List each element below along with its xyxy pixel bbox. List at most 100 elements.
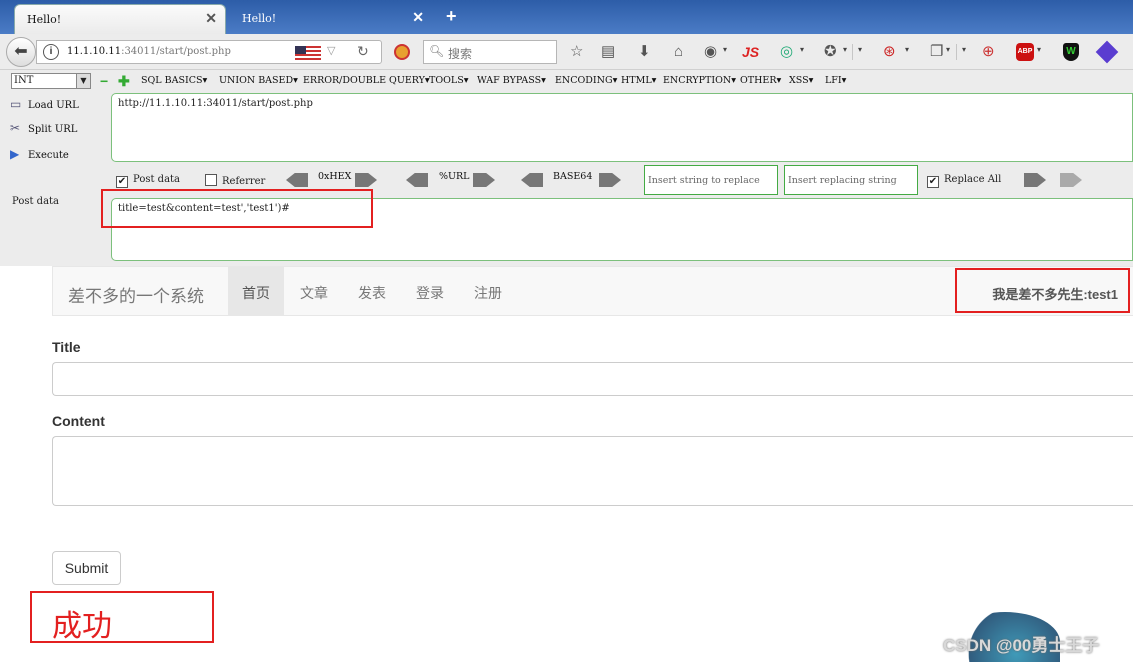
tab-strip: Hello! ✕ Hello! ✕ + <box>0 0 1133 34</box>
menu-xss[interactable]: XSS▾ <box>789 75 813 86</box>
menu-other[interactable]: OTHER▾ <box>740 75 781 86</box>
checkbox-checked[interactable]: ✔ <box>927 176 939 188</box>
checkbox-checked[interactable]: ✔ <box>116 176 128 188</box>
url-text[interactable]: 11.1.10.11:34011/start/post.php <box>67 46 231 57</box>
firebug-icon[interactable]: ⊛ <box>883 43 896 61</box>
url-decode-arrow-icon[interactable] <box>406 173 428 187</box>
js-icon[interactable]: JS <box>742 43 759 61</box>
replace-arrow-icon[interactable] <box>1024 173 1046 187</box>
execute-button[interactable]: ▶ Execute <box>10 147 69 161</box>
search-input[interactable]: 🔍︎ 搜索 <box>423 40 557 64</box>
zoom-icon[interactable]: ⊕ <box>982 43 995 61</box>
chevron-down-icon[interactable]: ▾ <box>962 45 966 54</box>
chevron-down-icon[interactable]: ▾ <box>1037 45 1041 54</box>
oxhex-encode-arrow-icon[interactable] <box>355 173 377 187</box>
watermark: CSDN @00勇士王子 <box>943 636 1100 655</box>
menu-tools[interactable]: TOOLS▾ <box>429 75 469 86</box>
new-tab-icon[interactable]: + <box>446 6 457 27</box>
split-url-button[interactable]: ✂ Split URL <box>10 121 77 135</box>
chevron-down-icon[interactable]: ▾ <box>946 45 950 54</box>
base64-decode-arrow-icon[interactable] <box>521 173 543 187</box>
nav-login[interactable]: 登录 <box>402 267 458 315</box>
replacing-string-input[interactable]: Insert replacing string <box>784 165 918 195</box>
abp-icon[interactable]: ABP <box>1016 43 1034 61</box>
reload-icon[interactable]: ↻ <box>357 43 369 60</box>
menu-union-based[interactable]: UNION BASED▾ <box>219 75 298 86</box>
menu-encoding[interactable]: ENCODING▾ <box>555 75 617 86</box>
menu-error-double-query[interactable]: ERROR/DOUBLE QUERY▾ <box>303 75 430 86</box>
title-label: Title <box>52 339 81 355</box>
nav-articles[interactable]: 文章 <box>286 267 342 315</box>
block-icon[interactable] <box>394 44 410 60</box>
toolbar-separator <box>956 44 957 60</box>
chrome-icon[interactable]: ◎ <box>780 43 793 61</box>
url-bar[interactable]: i 11.1.10.11:34011/start/post.php ▽ ↻ <box>36 40 382 64</box>
download-icon[interactable]: ⬇ <box>638 43 651 61</box>
chevron-down-icon[interactable]: ▾ <box>843 45 847 54</box>
success-annotation: 成功 <box>52 609 112 644</box>
menu-html[interactable]: HTML▾ <box>621 75 656 86</box>
annotation-box-user <box>955 268 1130 313</box>
url-textarea[interactable]: http://11.1.10.11:34011/start/post.php <box>111 93 1133 162</box>
title-input[interactable] <box>52 362 1133 396</box>
nav-home[interactable]: 首页 <box>228 267 284 315</box>
close-icon[interactable]: ✕ <box>205 11 217 27</box>
nav-register[interactable]: 注册 <box>460 267 516 315</box>
site-brand[interactable]: 差不多的一个系统 <box>68 282 204 307</box>
search-placeholder: 搜索 <box>448 47 473 61</box>
load-url-icon: ▭ <box>10 97 22 111</box>
chevron-down-icon[interactable]: ▾ <box>858 45 862 54</box>
menu-sql-basics[interactable]: SQL BASICS▾ <box>141 75 207 86</box>
menu-encryption[interactable]: ENCRYPTION▾ <box>663 75 736 86</box>
referrer-checkbox[interactable]: Referrer <box>205 174 265 187</box>
back-icon[interactable]: ⬅ <box>6 37 36 67</box>
base64-encode-arrow-icon[interactable] <box>599 173 621 187</box>
minus-icon[interactable]: − <box>100 73 108 89</box>
search-icon: 🔍︎ <box>429 44 445 58</box>
info-icon[interactable]: i <box>43 44 59 60</box>
content-textarea[interactable] <box>52 436 1133 506</box>
execute-icon: ▶ <box>10 147 20 161</box>
palette-icon[interactable]: ✪ <box>824 43 837 61</box>
tab-inactive[interactable]: Hello! ✕ <box>230 4 432 34</box>
post-data-checkbox[interactable]: ✔ Post data <box>116 174 180 188</box>
base64-label: BASE64 <box>553 171 593 182</box>
dropdown-icon[interactable]: ▽ <box>327 44 335 57</box>
shield-icon[interactable]: W <box>1063 43 1079 61</box>
hackbar-panel: INT ▼ − ✚ SQL BASICS▾ UNION BASED▾ ERROR… <box>0 70 1133 266</box>
navigation-toolbar: ⬅ i 11.1.10.11:34011/start/post.php ▽ ↻ … <box>0 34 1133 70</box>
plus-icon[interactable]: ✚ <box>118 73 130 90</box>
menu-waf-bypass[interactable]: WAF BYPASS▾ <box>477 75 546 86</box>
url-encode-label: %URL <box>439 171 470 182</box>
checkbox-unchecked[interactable] <box>205 174 217 186</box>
toolbar-separator <box>852 44 853 60</box>
tab-active[interactable]: Hello! ✕ <box>14 4 226 34</box>
chevron-down-icon[interactable]: ▾ <box>800 45 804 54</box>
replace-all-arrow-icon[interactable] <box>1060 173 1082 187</box>
oxhex-decode-arrow-icon[interactable] <box>286 173 308 187</box>
clipboard-icon[interactable]: ❐ <box>930 43 943 61</box>
replace-all-checkbox[interactable]: ✔ Replace All <box>927 174 1001 188</box>
home-icon[interactable]: ⌂ <box>674 43 683 61</box>
close-icon[interactable]: ✕ <box>412 10 424 26</box>
cube-icon[interactable] <box>1095 40 1119 64</box>
url-encode-arrow-icon[interactable] <box>473 173 495 187</box>
chevron-down-icon[interactable]: ▾ <box>723 45 727 54</box>
reading-list-icon[interactable]: ▤ <box>601 43 615 61</box>
nav-publish[interactable]: 发表 <box>344 267 400 315</box>
type-select[interactable]: INT ▼ <box>11 73 91 89</box>
tab-title: Hello! <box>27 13 62 26</box>
content-label: Content <box>52 413 105 429</box>
insert-string-input[interactable]: Insert string to replace <box>644 165 778 195</box>
load-url-button[interactable]: ▭ Load URL <box>10 97 79 111</box>
flag-us-icon <box>295 46 321 60</box>
star-icon[interactable]: ☆ <box>570 43 583 61</box>
chevron-down-icon[interactable]: ▾ <box>905 45 909 54</box>
post-data-label: Post data <box>12 196 60 207</box>
oxhex-label: 0xHEX <box>318 171 352 182</box>
menu-lfi[interactable]: LFI▾ <box>825 75 846 86</box>
chevron-down-icon: ▼ <box>76 74 90 88</box>
globe-icon[interactable]: ◉ <box>704 43 717 61</box>
split-url-icon: ✂ <box>10 121 21 135</box>
submit-button[interactable]: Submit <box>52 551 121 585</box>
